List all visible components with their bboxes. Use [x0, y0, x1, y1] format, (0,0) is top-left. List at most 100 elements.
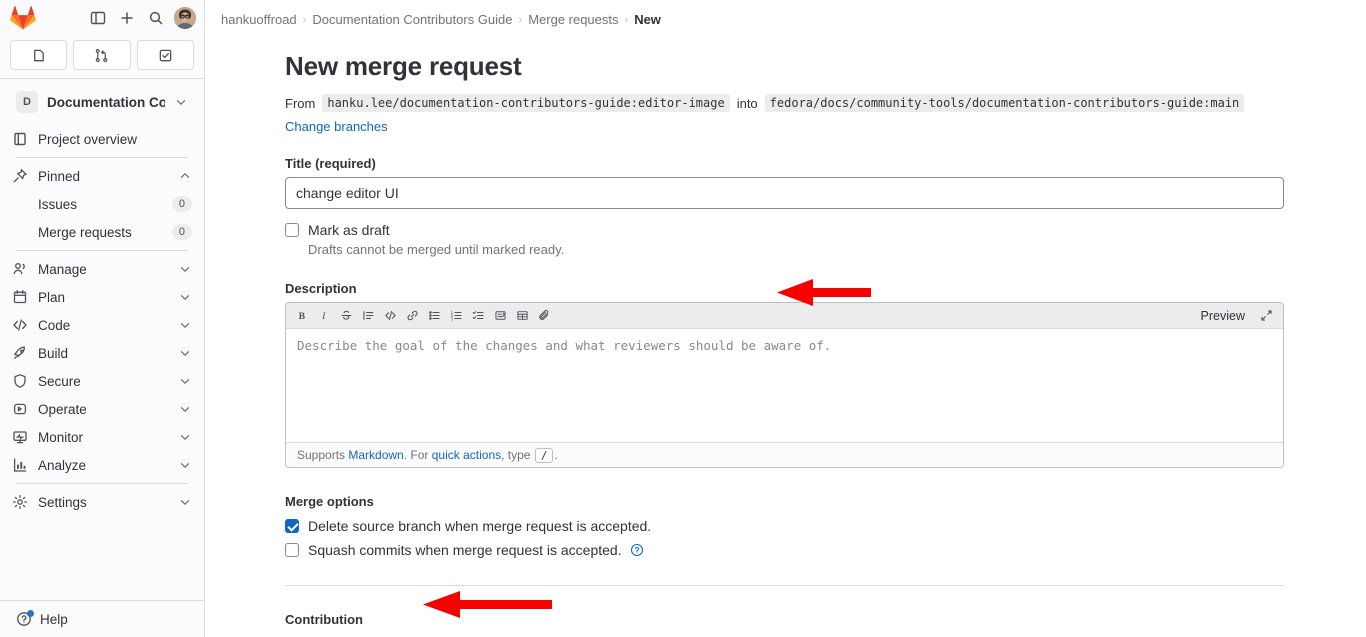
sidebar-item-label: Analyze	[38, 458, 168, 473]
code-icon[interactable]	[380, 305, 401, 326]
sidebar-item-merge-requests[interactable]: Merge requests 0	[6, 218, 198, 246]
source-branch: hanku.lee/documentation-contributors-gui…	[322, 94, 729, 112]
markdown-link[interactable]: Markdown	[348, 448, 403, 462]
chevron-down-icon	[178, 374, 192, 388]
sidebar-item-label: Manage	[38, 262, 168, 277]
breadcrumb-item-user[interactable]: hankuoffroad	[221, 12, 297, 27]
attachment-icon[interactable]	[534, 305, 555, 326]
sidebar-item-build[interactable]: Build	[6, 339, 198, 367]
checklist-icon[interactable]	[468, 305, 489, 326]
description-section: Description B I	[285, 281, 1286, 468]
squash-commits-checkbox[interactable]	[285, 543, 299, 557]
table-icon[interactable]	[512, 305, 533, 326]
bold-icon[interactable]: B	[292, 305, 313, 326]
sidebar-quick-tabs	[0, 36, 204, 79]
bullet-list-icon[interactable]	[424, 305, 445, 326]
page-title: New merge request	[285, 51, 1286, 82]
squash-commits-label: Squash commits when merge request is acc…	[308, 541, 644, 559]
sidebar-item-monitor[interactable]: Monitor	[6, 423, 198, 451]
mark-as-draft-help: Drafts cannot be merged until marked rea…	[308, 242, 564, 257]
sidebar-item-label: Operate	[38, 402, 168, 417]
nav-tab-issues[interactable]	[10, 40, 67, 70]
pin-icon	[12, 168, 28, 184]
squash-help-icon[interactable]	[630, 543, 644, 557]
chevron-down-icon	[178, 318, 192, 332]
sidebar-item-project-overview[interactable]: Project overview	[6, 125, 198, 153]
help-notification-dot	[27, 610, 34, 617]
strikethrough-icon[interactable]	[336, 305, 357, 326]
delete-source-branch-label: Delete source branch when merge request …	[308, 517, 651, 535]
users-icon	[12, 261, 28, 277]
squash-commits-text: Squash commits when merge request is acc…	[308, 542, 622, 558]
monitor-icon	[12, 429, 28, 445]
section-divider	[285, 585, 1284, 586]
merge-requests-count-badge: 0	[172, 224, 192, 240]
gitlab-logo-icon[interactable]	[10, 5, 36, 31]
svg-text:3: 3	[451, 316, 454, 321]
help-label: Help	[40, 612, 68, 627]
quote-icon[interactable]	[358, 305, 379, 326]
mark-as-draft-label: Mark as draft	[308, 221, 564, 239]
sidebar-item-label: Code	[38, 318, 168, 333]
change-branches-link[interactable]: Change branches	[285, 119, 388, 134]
sidebar-toggle-icon[interactable]	[85, 5, 111, 31]
merge-request-form: New merge request From hanku.lee/documen…	[205, 51, 1366, 637]
sidebar-item-secure[interactable]: Secure	[6, 367, 198, 395]
calendar-icon	[12, 289, 28, 305]
sidebar-navigation: Project overview Pinned Issues 0 Merge r…	[0, 123, 204, 600]
preview-button[interactable]: Preview	[1196, 307, 1250, 325]
description-placeholder: Describe the goal of the changes and wha…	[297, 337, 1272, 355]
avatar[interactable]	[174, 7, 196, 29]
chevron-down-icon	[178, 346, 192, 360]
quick-actions-link[interactable]: quick actions	[432, 448, 501, 462]
squash-commits-row: Squash commits when merge request is acc…	[285, 541, 1286, 559]
sidebar-item-issues[interactable]: Issues 0	[6, 190, 198, 218]
gear-icon	[12, 494, 28, 510]
from-label: From	[285, 96, 315, 111]
breadcrumb-item-merge-requests[interactable]: Merge requests	[528, 12, 618, 27]
sidebar-item-label: Merge requests	[38, 225, 162, 240]
sidebar-divider	[16, 483, 188, 484]
sidebar-section-pinned[interactable]: Pinned	[6, 162, 198, 190]
chart-icon	[12, 457, 28, 473]
sidebar-top-actions	[85, 5, 196, 31]
chevron-down-icon	[178, 495, 192, 509]
svg-text:B: B	[299, 311, 306, 322]
sidebar-item-code[interactable]: Code	[6, 311, 198, 339]
code-icon	[12, 317, 28, 333]
fullscreen-icon[interactable]	[1256, 305, 1277, 326]
title-field-label: Title (required)	[285, 156, 1286, 171]
sidebar-item-analyze[interactable]: Analyze	[6, 451, 198, 479]
sidebar-item-plan[interactable]: Plan	[6, 283, 198, 311]
sidebar-item-operate[interactable]: Operate	[6, 395, 198, 423]
italic-icon[interactable]: I	[314, 305, 335, 326]
sidebar-item-label: Issues	[38, 197, 162, 212]
sidebar-item-settings[interactable]: Settings	[6, 488, 198, 516]
nav-tab-todos[interactable]	[137, 40, 194, 70]
search-icon[interactable]	[143, 5, 169, 31]
create-new-icon[interactable]	[114, 5, 140, 31]
project-name: Documentation Contribu...	[47, 95, 165, 110]
overview-icon	[12, 131, 28, 147]
link-icon[interactable]	[402, 305, 423, 326]
collapsible-section-icon[interactable]	[490, 305, 511, 326]
sidebar-help-button[interactable]: Help	[0, 600, 204, 637]
for-label: . For	[404, 448, 429, 462]
delete-source-branch-checkbox[interactable]	[285, 519, 299, 533]
nav-tab-merge-requests[interactable]	[73, 40, 130, 70]
breadcrumb-item-project[interactable]: Documentation Contributors Guide	[312, 12, 512, 27]
sidebar-item-manage[interactable]: Manage	[6, 255, 198, 283]
breadcrumb: hankuoffroad › Documentation Contributor…	[205, 0, 1366, 37]
sidebar-item-label: Settings	[38, 495, 168, 510]
description-textarea[interactable]: Describe the goal of the changes and wha…	[286, 329, 1283, 442]
chevron-down-icon	[178, 430, 192, 444]
sidebar-project-switcher[interactable]: D Documentation Contribu...	[6, 83, 198, 121]
type-label: , type	[501, 448, 530, 462]
period-label: .	[554, 448, 557, 462]
numbered-list-icon[interactable]: 1 2 3	[446, 305, 467, 326]
sidebar-divider	[16, 157, 188, 158]
sidebar-item-label: Plan	[38, 290, 168, 305]
title-input[interactable]	[285, 177, 1284, 209]
sidebar-item-label: Pinned	[38, 169, 168, 184]
mark-as-draft-checkbox[interactable]	[285, 223, 299, 237]
